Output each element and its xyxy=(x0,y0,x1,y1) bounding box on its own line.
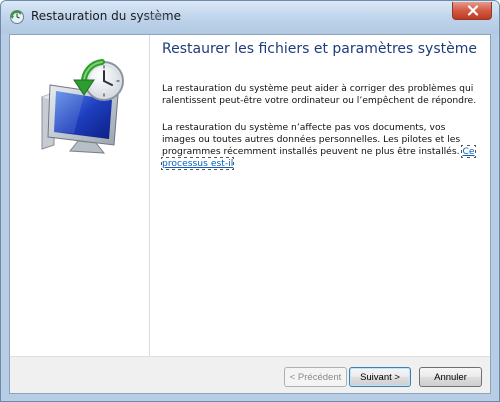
close-button[interactable] xyxy=(452,2,492,20)
wizard-footer: < Précédent Suivant > Annuler xyxy=(10,356,490,393)
system-restore-window: Restauration du système Restaurer les fi… xyxy=(0,0,500,402)
wizard-left-panel xyxy=(10,35,150,356)
cancel-button[interactable]: Annuler xyxy=(419,367,482,387)
title-blur-artifact xyxy=(145,13,167,20)
description-paragraph-1: La restauration du système peut aider à … xyxy=(162,83,477,106)
close-icon xyxy=(467,5,479,16)
wizard-client-area: Restaurer les fichiers et paramètres sys… xyxy=(9,34,491,394)
next-button[interactable]: Suivant > xyxy=(349,367,411,387)
title-bar[interactable]: Restauration du système xyxy=(1,1,499,34)
previous-button[interactable]: < Précédent xyxy=(284,367,347,387)
description-paragraph-2-text: La restauration du système n’affecte pas… xyxy=(162,122,461,157)
system-restore-icon xyxy=(9,9,25,25)
page-heading: Restaurer les fichiers et paramètres sys… xyxy=(162,41,477,57)
description-paragraph-2: La restauration du système n’affecte pas… xyxy=(161,122,480,170)
system-restore-monitor-clock-icon xyxy=(41,59,124,154)
